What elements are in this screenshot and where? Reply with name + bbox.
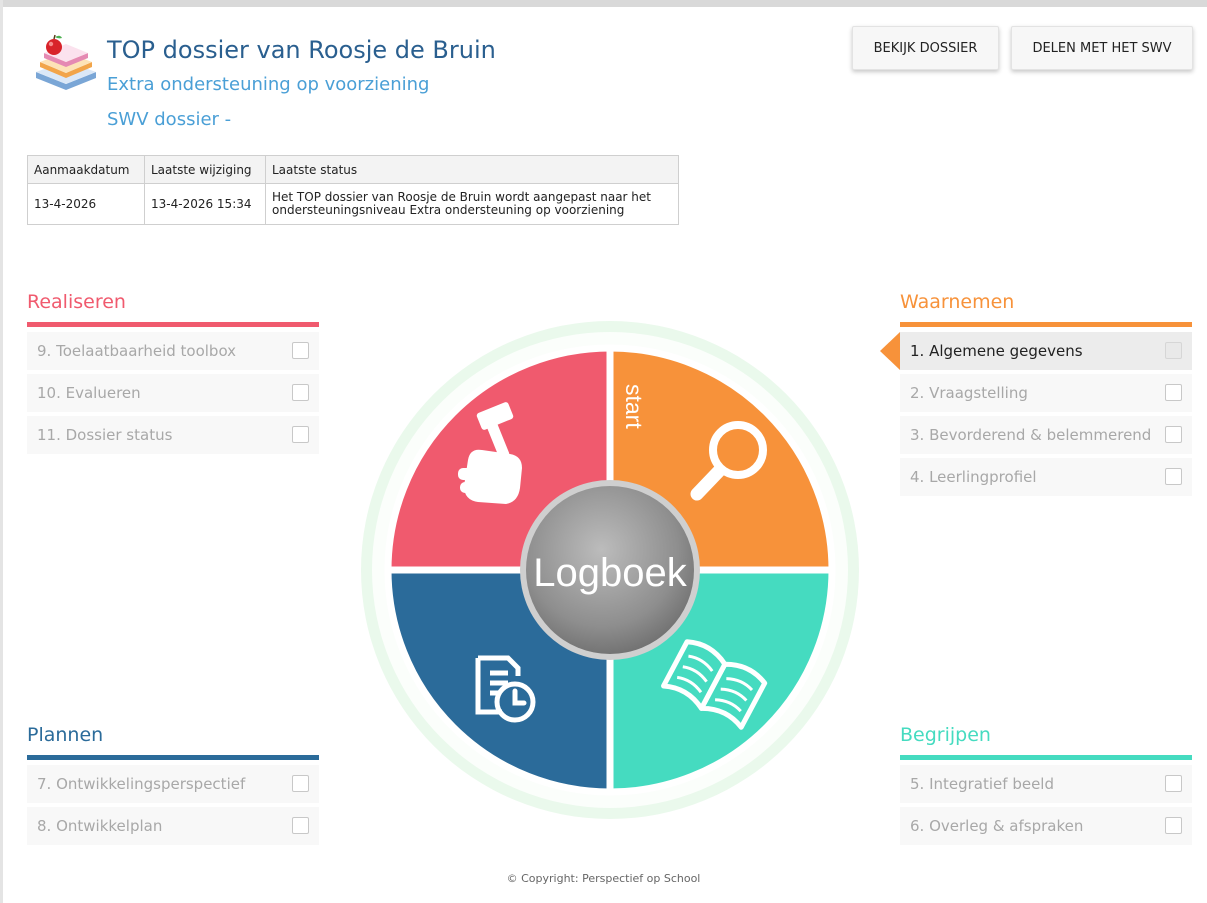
- column-header-modified: Laatste wijziging: [144, 155, 266, 184]
- step-checkbox[interactable]: [1165, 384, 1182, 401]
- phase-underline: [27, 755, 319, 760]
- step-label: 1. Algemene gegevens: [910, 342, 1083, 360]
- step-algemene-gegevens[interactable]: 1. Algemene gegevens: [880, 332, 1192, 370]
- phase-underline: [900, 755, 1192, 760]
- status-cell: Het TOP dossier van Roosje de Bruin word…: [265, 183, 679, 225]
- step-checkbox[interactable]: [1165, 775, 1182, 792]
- phase-waarnemen: Waarnemen 1. Algemene gegevens 2. Vraags…: [880, 291, 1192, 500]
- step-label: 4. Leerlingprofiel: [910, 468, 1037, 486]
- step-label: 5. Integratief beeld: [910, 775, 1054, 793]
- phase-wheel: start Logboek: [360, 320, 860, 820]
- view-dossier-button[interactable]: BEKIJK DOSSIER: [852, 26, 999, 70]
- copyright-text: © Copyright: Perspectief op School: [506, 872, 701, 885]
- step-label: 8. Ontwikkelplan: [37, 817, 163, 835]
- step-checkbox[interactable]: [1165, 426, 1182, 443]
- step-checkbox[interactable]: [292, 426, 309, 443]
- phase-title-realiseren: Realiseren: [27, 291, 126, 313]
- window-top-border: [0, 0, 1207, 7]
- step-integratief-beeld[interactable]: 5. Integratief beeld: [900, 765, 1192, 803]
- window-left-border: [0, 0, 3, 903]
- start-label: start: [621, 384, 647, 429]
- swv-dossier-label: SWV dossier -: [107, 109, 232, 130]
- step-checkbox[interactable]: [1165, 817, 1182, 834]
- phase-plannen: Plannen 7. Ontwikkelingsperspectief 8. O…: [27, 724, 319, 849]
- page-subtitle: Extra ondersteuning op voorziening: [107, 74, 430, 95]
- created-date-cell: 13-4-2026: [27, 183, 145, 225]
- phase-title-begrijpen: Begrijpen: [900, 724, 991, 746]
- active-step-pointer-icon: [880, 332, 900, 370]
- step-evalueren[interactable]: 10. Evalueren: [27, 374, 319, 412]
- step-label: 11. Dossier status: [37, 426, 173, 444]
- hub-label: Logboek: [533, 551, 687, 595]
- step-leerlingprofiel[interactable]: 4. Leerlingprofiel: [900, 458, 1192, 496]
- step-ontwikkelingsperspectief[interactable]: 7. Ontwikkelingsperspectief: [27, 765, 319, 803]
- phase-title-plannen: Plannen: [27, 724, 104, 746]
- step-label: 10. Evalueren: [37, 384, 141, 402]
- column-header-created: Aanmaakdatum: [27, 155, 145, 184]
- step-label: 9. Toelaatbaarheid toolbox: [37, 342, 237, 360]
- share-with-swv-button[interactable]: DELEN MET HET SWV: [1011, 26, 1193, 70]
- phase-underline: [27, 322, 319, 327]
- phase-realiseren: Realiseren 9. Toelaatbaarheid toolbox 10…: [27, 291, 319, 458]
- step-label: 7. Ontwikkelingsperspectief: [37, 775, 246, 793]
- step-checkbox[interactable]: [1165, 468, 1182, 485]
- logboek-hub-button[interactable]: Logboek: [520, 480, 700, 660]
- step-toelaatbaarheid-toolbox[interactable]: 9. Toelaatbaarheid toolbox: [27, 332, 319, 370]
- step-vraagstelling[interactable]: 2. Vraagstelling: [900, 374, 1192, 412]
- phase-begrijpen: Begrijpen 5. Integratief beeld 6. Overle…: [900, 724, 1192, 849]
- step-label: 2. Vraagstelling: [910, 384, 1028, 402]
- step-checkbox[interactable]: [292, 342, 309, 359]
- column-header-status: Laatste status: [265, 155, 679, 184]
- step-checkbox[interactable]: [292, 817, 309, 834]
- step-label: 3. Bevorderend & belemmerend: [910, 426, 1152, 444]
- step-checkbox[interactable]: [1165, 342, 1182, 359]
- step-dossier-status[interactable]: 11. Dossier status: [27, 416, 319, 454]
- step-checkbox[interactable]: [292, 384, 309, 401]
- page-title: TOP dossier van Roosje de Bruin: [107, 36, 496, 64]
- books-apple-icon: [32, 34, 100, 94]
- dossier-info-table: Aanmaakdatum Laatste wijziging Laatste s…: [27, 155, 679, 225]
- phase-underline: [900, 322, 1192, 327]
- step-ontwikkelplan[interactable]: 8. Ontwikkelplan: [27, 807, 319, 845]
- table-header-row: Aanmaakdatum Laatste wijziging Laatste s…: [27, 155, 679, 184]
- phase-title-waarnemen: Waarnemen: [900, 291, 1015, 313]
- step-bevorderend-belemmerend[interactable]: 3. Bevorderend & belemmerend: [900, 416, 1192, 454]
- step-checkbox[interactable]: [292, 775, 309, 792]
- step-overleg-afspraken[interactable]: 6. Overleg & afspraken: [900, 807, 1192, 845]
- step-label: 6. Overleg & afspraken: [910, 817, 1084, 835]
- modified-date-cell: 13-4-2026 15:34: [144, 183, 266, 225]
- table-row: 13-4-2026 13-4-2026 15:34 Het TOP dossie…: [27, 183, 679, 225]
